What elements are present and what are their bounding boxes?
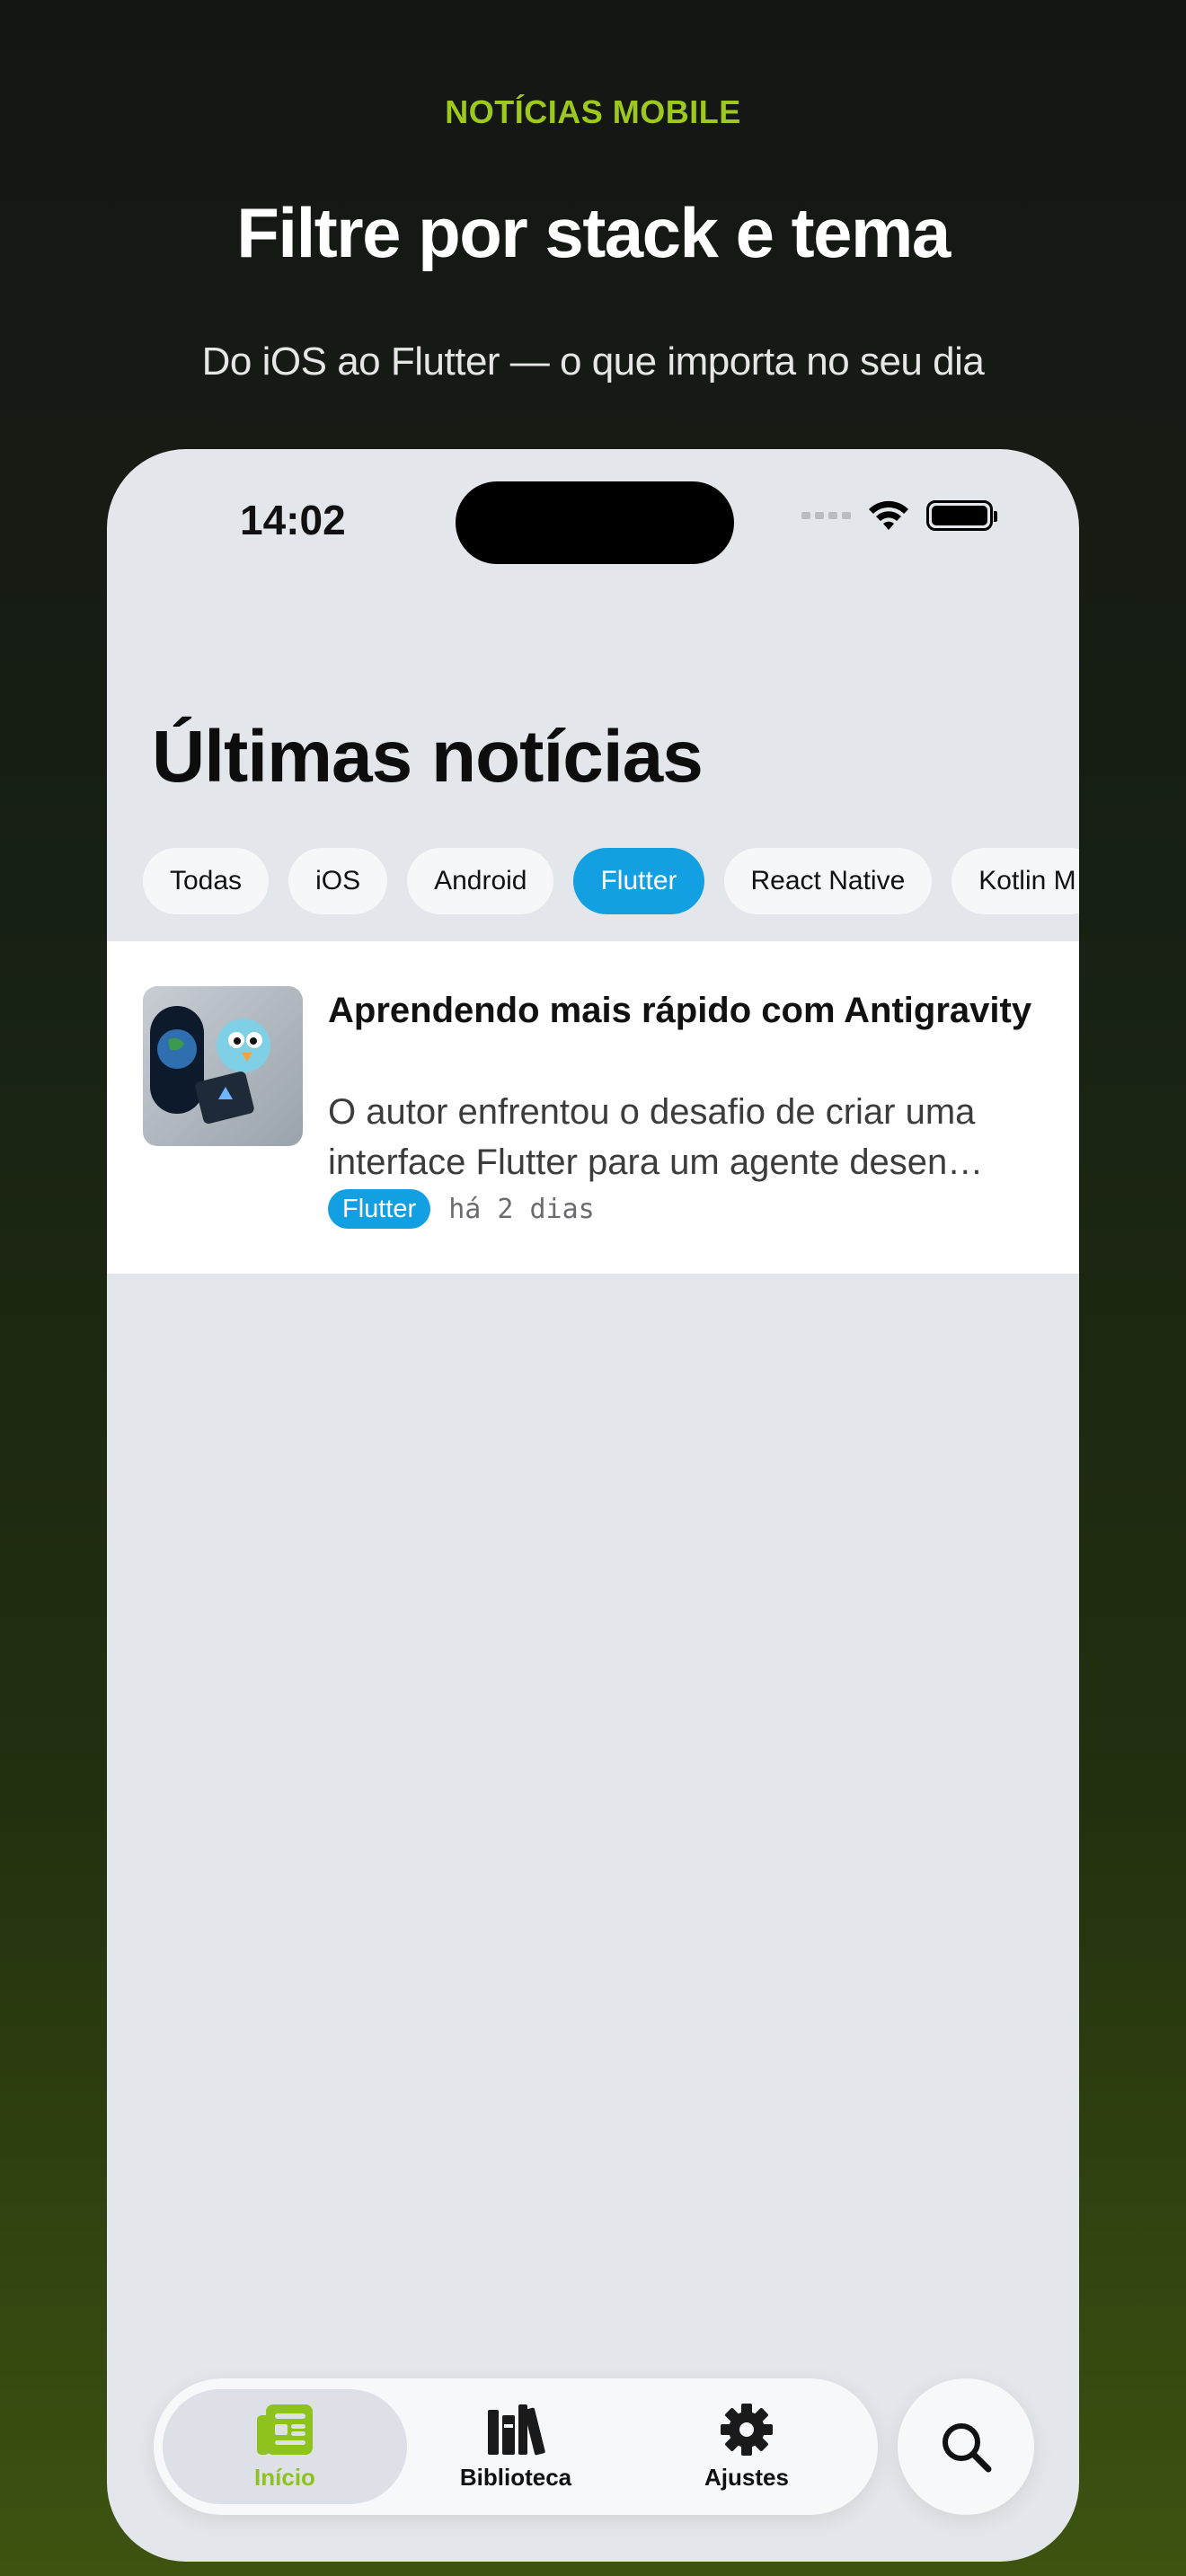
filter-chip-todas[interactable]: Todas (143, 848, 270, 914)
article-time-ago: há 2 dias (448, 1193, 595, 1225)
promo-headline: Filtre por stack e tema (236, 193, 951, 272)
cellular-icon (801, 512, 851, 519)
tab-label-inicio: Início (254, 2463, 315, 2491)
tab-label-ajustes: Ajustes (704, 2463, 789, 2491)
article-card[interactable]: Aprendendo mais rápido com Antigravity O… (107, 941, 1079, 1274)
filter-chip-android[interactable]: Android (407, 848, 554, 914)
article-thumbnail (143, 986, 303, 1146)
filter-chip-react-native[interactable]: React Native (723, 848, 933, 914)
page-title: Últimas notícias (152, 716, 704, 798)
article-meta: Flutter há 2 dias (328, 1189, 595, 1229)
filter-chips: Todas iOS Android Flutter React Native K… (143, 848, 1079, 914)
phone-screen: 14:02 Últimas notícias Todas iOS Android… (107, 449, 1079, 2562)
books-icon (488, 2404, 545, 2455)
promo-subline: Do iOS ao Flutter — o que importa no seu… (201, 340, 985, 384)
article-tag: Flutter (328, 1189, 431, 1229)
status-time: 14:02 (240, 497, 346, 543)
tab-bar: Início Biblioteca Ajustes (154, 2378, 878, 2515)
wifi-icon (869, 500, 908, 530)
search-icon (943, 2423, 992, 2473)
promo-eyebrow: NOTÍCIAS MOBILE (445, 93, 741, 130)
filter-chip-ios[interactable]: iOS (288, 848, 388, 914)
tab-ajustes[interactable]: Ajustes (624, 2389, 869, 2504)
tab-biblioteca[interactable]: Biblioteca (394, 2389, 638, 2504)
status-icons (801, 499, 997, 532)
filter-chip-kotlin[interactable]: Kotlin M (951, 848, 1079, 914)
gear-icon (721, 2403, 773, 2456)
filter-chip-flutter[interactable]: Flutter (573, 848, 704, 914)
tab-label-biblioteca: Biblioteca (459, 2463, 572, 2491)
article-title[interactable]: Aprendendo mais rápido com Antigravity (328, 986, 1038, 1035)
tab-inicio[interactable]: Início (163, 2389, 407, 2504)
dynamic-island (456, 481, 734, 564)
search-button[interactable] (898, 2378, 1034, 2515)
newspaper-icon (257, 2404, 313, 2455)
article-excerpt: O autor enfrentou o desafio de criar uma… (328, 1092, 984, 1182)
battery-icon (926, 500, 997, 531)
